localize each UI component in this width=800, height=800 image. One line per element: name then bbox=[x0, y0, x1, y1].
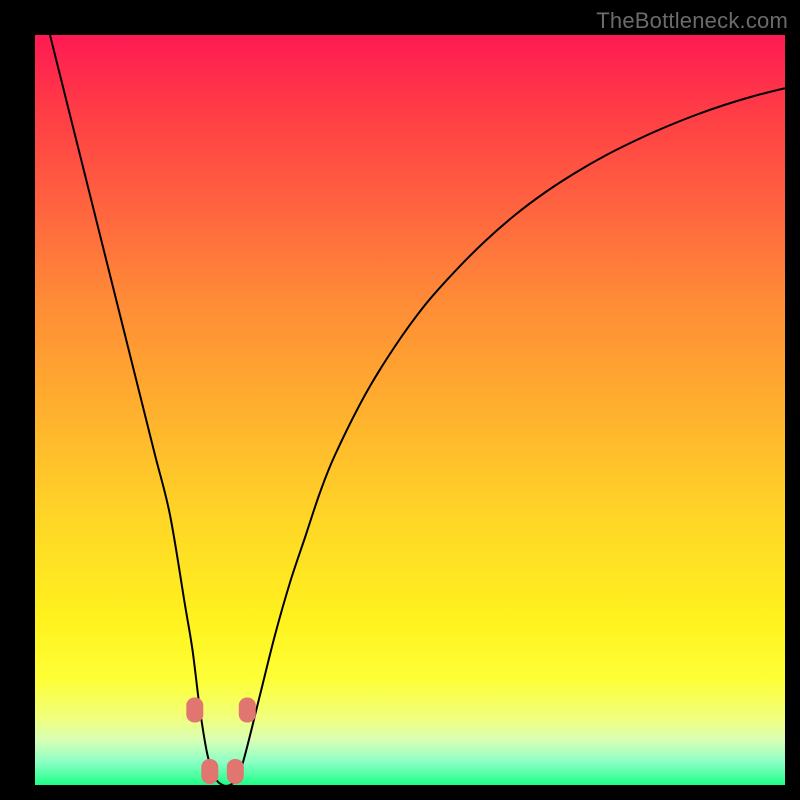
marker-right-upper bbox=[239, 698, 256, 723]
plot-area bbox=[35, 35, 785, 785]
watermark-text: TheBottleneck.com bbox=[596, 8, 788, 34]
marker-left-upper bbox=[186, 698, 203, 723]
chart-svg bbox=[35, 35, 785, 785]
bottleneck-curve bbox=[50, 35, 785, 786]
curve-markers bbox=[186, 698, 256, 785]
marker-left-lower bbox=[201, 759, 218, 784]
marker-right-lower bbox=[227, 759, 244, 784]
chart-frame: TheBottleneck.com bbox=[0, 0, 800, 800]
